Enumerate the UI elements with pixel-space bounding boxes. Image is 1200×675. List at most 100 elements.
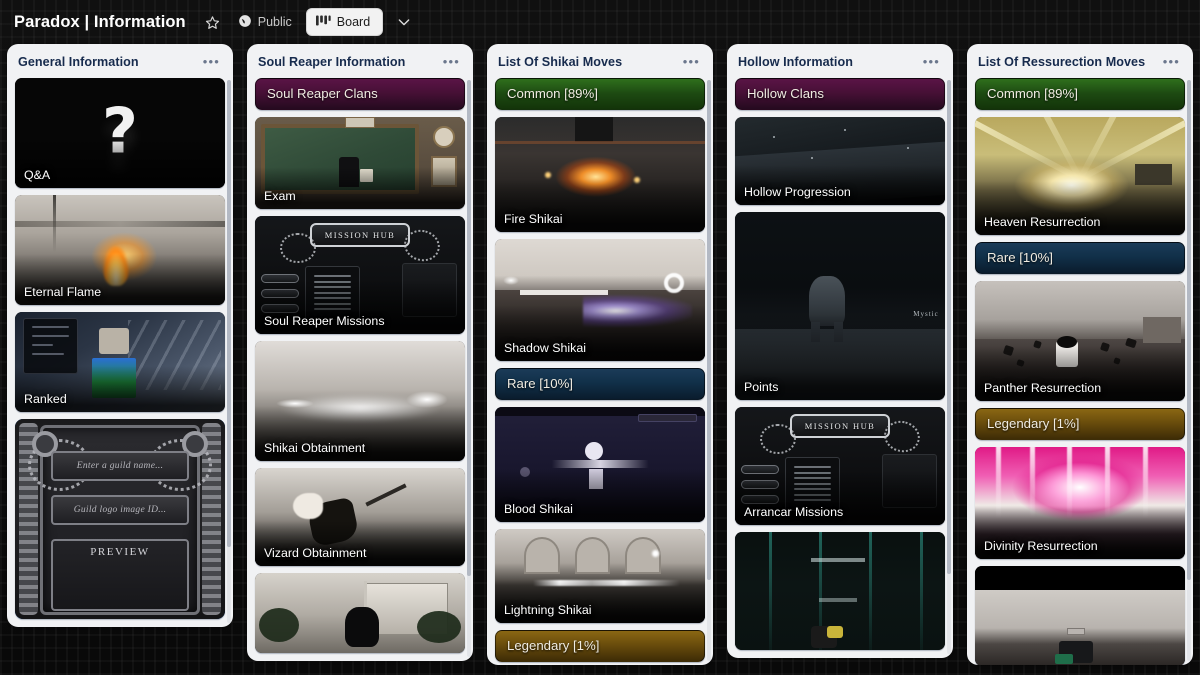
card-lightning-shikai[interactable]: Lightning Shikai bbox=[495, 529, 705, 623]
board-visibility-button[interactable]: Public bbox=[238, 14, 292, 31]
card-heaven-resurrection[interactable]: Heaven Resurrection bbox=[975, 117, 1185, 235]
card-divinity-resurrection[interactable]: Divinity Resurrection bbox=[975, 447, 1185, 559]
list-wrapper-list-of-shikai-moves: List Of Shikai Moves ••• Common [89%] Fi… bbox=[480, 44, 720, 675]
card-blood-shikai[interactable]: Blood Shikai bbox=[495, 407, 705, 522]
card-hollow-clans[interactable]: Hollow Clans bbox=[735, 78, 945, 110]
card-soul-reaper-missions[interactable]: MISSION HUB Soul Reaper Missions bbox=[255, 216, 465, 334]
list-general-information: General Information ••• ? Q&A Eternal Fl… bbox=[7, 44, 233, 627]
card-rarity-common[interactable]: Common [89%] bbox=[495, 78, 705, 110]
card-cover-image bbox=[975, 566, 1185, 665]
board-view-label: Board bbox=[336, 15, 371, 29]
list-cards: Common [89%] Fire Shikai Shadow Shikai R… bbox=[487, 78, 713, 665]
list-title: General Information bbox=[18, 55, 139, 69]
list-actions-icon[interactable]: ••• bbox=[200, 55, 223, 68]
card-title: Divinity Resurrection bbox=[984, 539, 1098, 553]
list-hollow-information: Hollow Information ••• Hollow Clans Holl… bbox=[727, 44, 953, 658]
card-title: Vizard Obtainment bbox=[264, 546, 367, 560]
list-scrollbar[interactable] bbox=[1187, 80, 1191, 661]
list-header: List Of Ressurection Moves ••• bbox=[967, 44, 1193, 78]
list-cards: Common [89%] Heaven Resurrection Rare [1 bbox=[967, 78, 1193, 665]
card-ranked[interactable]: Ranked bbox=[15, 312, 225, 412]
card-arrancar-missions[interactable]: MISSION HUB Arrancar Missions bbox=[735, 407, 945, 525]
card-guild-creator[interactable]: Enter a guild name... Guild logo image I… bbox=[15, 419, 225, 619]
list-title: Soul Reaper Information bbox=[258, 55, 406, 69]
list-title: List Of Shikai Moves bbox=[498, 55, 623, 69]
card-cover-image bbox=[735, 532, 945, 650]
list-scrollbar-thumb[interactable] bbox=[707, 80, 711, 580]
list-scrollbar[interactable] bbox=[467, 80, 471, 657]
list-scrollbar-thumb[interactable] bbox=[1187, 80, 1191, 580]
card-cover-image: Enter a guild name... Guild logo image I… bbox=[15, 419, 225, 619]
board-view-icon bbox=[315, 14, 331, 30]
list-actions-icon[interactable]: ••• bbox=[680, 55, 703, 68]
list-header: Soul Reaper Information ••• bbox=[247, 44, 473, 78]
card-title: Soul Reaper Missions bbox=[264, 314, 385, 328]
list-scrollbar[interactable] bbox=[947, 80, 951, 654]
card-eternal-flame[interactable]: Eternal Flame bbox=[15, 195, 225, 305]
list-cards: Hollow Clans Hollow Progression Points M… bbox=[727, 78, 953, 658]
list-cards: Soul Reaper Clans Exam MISSION HUB Soul … bbox=[247, 78, 473, 661]
list-wrapper-list-of-ressurection-moves: List Of Ressurection Moves ••• Common [8… bbox=[960, 44, 1200, 675]
list-soul-reaper-information: Soul Reaper Information ••• Soul Reaper … bbox=[247, 44, 473, 661]
card-cover-image bbox=[255, 573, 465, 653]
card-vizard-obtainment[interactable]: Vizard Obtainment bbox=[255, 468, 465, 566]
card-title: Shikai Obtainment bbox=[264, 441, 366, 455]
card-exam[interactable]: Exam bbox=[255, 117, 465, 209]
card-teal-corridor[interactable] bbox=[735, 532, 945, 650]
card-title: Hollow Progression bbox=[744, 185, 851, 199]
card-title: Ranked bbox=[24, 392, 67, 406]
card-points[interactable]: Mystic Points bbox=[735, 212, 945, 400]
globe-icon bbox=[238, 14, 252, 31]
card-rarity-legendary[interactable]: Legendary [1%] bbox=[975, 408, 1185, 440]
card-hollow-progression[interactable]: Hollow Progression bbox=[735, 117, 945, 205]
card-shikai-obtainment[interactable]: Shikai Obtainment bbox=[255, 341, 465, 461]
board-canvas: General Information ••• ? Q&A Eternal Fl… bbox=[0, 44, 1200, 675]
list-scrollbar[interactable] bbox=[227, 80, 231, 623]
list-actions-icon[interactable]: ••• bbox=[920, 55, 943, 68]
list-list-of-ressurection-moves: List Of Ressurection Moves ••• Common [8… bbox=[967, 44, 1193, 665]
list-actions-icon[interactable]: ••• bbox=[1160, 55, 1183, 68]
card-fire-shikai[interactable]: Fire Shikai bbox=[495, 117, 705, 232]
board-view-switcher[interactable]: Board bbox=[305, 8, 384, 36]
card-title: Exam bbox=[264, 189, 296, 203]
list-wrapper-soul-reaper-information: Soul Reaper Information ••• Soul Reaper … bbox=[240, 44, 480, 675]
card-title: Lightning Shikai bbox=[504, 603, 592, 617]
card-panther-resurrection[interactable]: Panther Resurrection bbox=[975, 281, 1185, 401]
list-wrapper-general-information: General Information ••• ? Q&A Eternal Fl… bbox=[0, 44, 240, 675]
list-scrollbar-thumb[interactable] bbox=[947, 80, 951, 574]
list-scrollbar-thumb[interactable] bbox=[467, 80, 471, 577]
card-qa[interactable]: ? Q&A bbox=[15, 78, 225, 188]
card-title: Fire Shikai bbox=[504, 212, 563, 226]
card-title: Arrancar Missions bbox=[744, 505, 844, 519]
card-rarity-legendary[interactable]: Legendary [1%] bbox=[495, 630, 705, 662]
card-rarity-rare[interactable]: Rare [10%] bbox=[495, 368, 705, 400]
list-list-of-shikai-moves: List Of Shikai Moves ••• Common [89%] Fi… bbox=[487, 44, 713, 665]
list-title: Hollow Information bbox=[738, 55, 853, 69]
card-title: Blood Shikai bbox=[504, 502, 573, 516]
card-pale-scene[interactable] bbox=[975, 566, 1185, 665]
card-rarity-rare[interactable]: Rare [10%] bbox=[975, 242, 1185, 274]
card-title: Eternal Flame bbox=[24, 285, 102, 299]
card-rarity-common[interactable]: Common [89%] bbox=[975, 78, 1185, 110]
list-cards: ? Q&A Eternal Flame Ranked Enter a guild… bbox=[7, 78, 233, 627]
card-title: Shadow Shikai bbox=[504, 341, 586, 355]
list-header: Hollow Information ••• bbox=[727, 44, 953, 78]
list-title: List Of Ressurection Moves bbox=[978, 55, 1146, 69]
list-header: List Of Shikai Moves ••• bbox=[487, 44, 713, 78]
trello-board-page: Paradox | Information Public Board Gener… bbox=[0, 0, 1200, 675]
chevron-down-icon[interactable] bbox=[393, 11, 415, 33]
card-soul-reaper-clans[interactable]: Soul Reaper Clans bbox=[255, 78, 465, 110]
list-scrollbar-thumb[interactable] bbox=[227, 80, 231, 547]
card-title: Panther Resurrection bbox=[984, 381, 1102, 395]
list-wrapper-hollow-information: Hollow Information ••• Hollow Clans Holl… bbox=[720, 44, 960, 675]
star-outline-icon[interactable] bbox=[200, 9, 226, 35]
list-actions-icon[interactable]: ••• bbox=[440, 55, 463, 68]
card-title: Points bbox=[744, 380, 779, 394]
board-visibility-label: Public bbox=[257, 15, 292, 29]
card-garden[interactable] bbox=[255, 573, 465, 653]
card-shadow-shikai[interactable]: Shadow Shikai bbox=[495, 239, 705, 361]
board-title: Paradox | Information bbox=[14, 12, 186, 31]
list-scrollbar[interactable] bbox=[707, 80, 711, 661]
card-title: Q&A bbox=[24, 168, 51, 182]
list-header: General Information ••• bbox=[7, 44, 233, 78]
